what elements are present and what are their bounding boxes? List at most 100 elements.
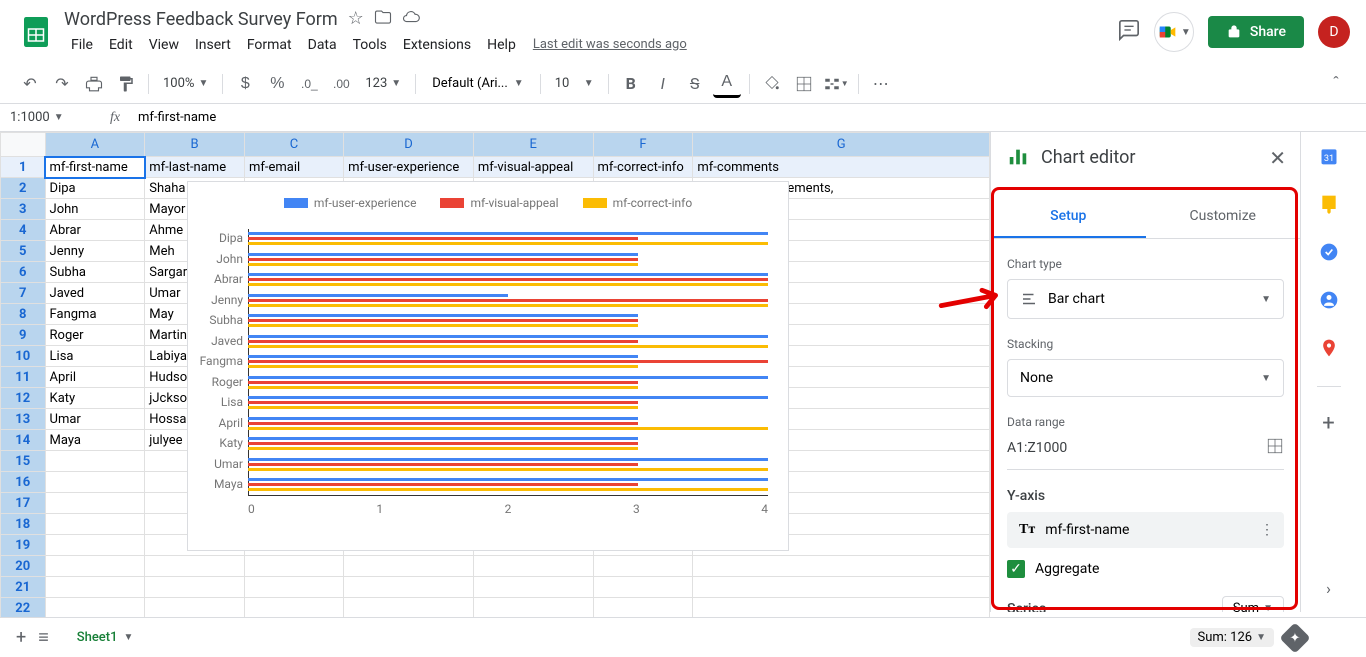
col-header[interactable]: E <box>473 133 593 157</box>
text-color-icon[interactable]: A <box>713 70 741 98</box>
undo-icon[interactable]: ↶ <box>16 70 44 98</box>
cell[interactable] <box>473 577 593 598</box>
increase-decimal-icon[interactable]: .00 <box>327 70 355 98</box>
row-header[interactable]: 15 <box>1 451 46 472</box>
add-sheet-icon[interactable]: + <box>16 627 26 648</box>
cell[interactable]: mf-comments <box>693 157 990 178</box>
cell[interactable] <box>45 535 145 556</box>
paint-format-icon[interactable] <box>112 70 140 98</box>
cell[interactable] <box>145 598 245 619</box>
cell[interactable] <box>244 556 343 577</box>
row-header[interactable]: 12 <box>1 388 46 409</box>
explore-icon[interactable]: ✦ <box>1279 622 1310 653</box>
maps-icon[interactable] <box>1319 338 1339 362</box>
cell[interactable]: mf-user-experience <box>344 157 474 178</box>
row-header[interactable]: 5 <box>1 241 46 262</box>
cell[interactable]: Dipa <box>45 178 145 199</box>
borders-icon[interactable] <box>790 70 818 98</box>
print-icon[interactable] <box>80 70 108 98</box>
cell[interactable] <box>473 598 593 619</box>
cell[interactable] <box>473 556 593 577</box>
row-header[interactable]: 9 <box>1 325 46 346</box>
last-edit-link[interactable]: Last edit was seconds ago <box>533 37 687 52</box>
cell[interactable] <box>693 556 990 577</box>
share-button[interactable]: Share <box>1208 16 1304 48</box>
currency-icon[interactable]: $ <box>231 70 259 98</box>
menu-file[interactable]: File <box>64 33 100 57</box>
cell[interactable] <box>593 556 693 577</box>
row-header[interactable]: 20 <box>1 556 46 577</box>
row-header[interactable]: 21 <box>1 577 46 598</box>
cell[interactable]: Subha <box>45 262 145 283</box>
cell[interactable]: John <box>45 199 145 220</box>
account-avatar[interactable]: D <box>1318 16 1350 48</box>
chart-type-select[interactable]: Bar chart ▼ <box>1007 279 1284 319</box>
cell[interactable]: Maya <box>45 430 145 451</box>
cell[interactable]: mf-visual-appeal <box>473 157 593 178</box>
merge-icon[interactable]: ▼ <box>822 70 850 98</box>
keep-icon[interactable] <box>1319 194 1339 218</box>
strike-icon[interactable]: S <box>681 70 709 98</box>
select-all-corner[interactable] <box>1 133 46 157</box>
row-header[interactable]: 16 <box>1 472 46 493</box>
cell[interactable]: Umar <box>45 409 145 430</box>
calendar-icon[interactable]: 31 <box>1319 146 1339 170</box>
cell[interactable] <box>244 577 343 598</box>
cell[interactable] <box>145 577 245 598</box>
addons-icon[interactable]: + <box>1322 411 1334 436</box>
name-box[interactable]: 1:1000 ▼ <box>0 108 100 127</box>
more-icon[interactable]: ⋯ <box>867 70 895 98</box>
grid-icon[interactable] <box>1266 437 1284 459</box>
star-icon[interactable]: ☆ <box>348 8 364 31</box>
menu-help[interactable]: Help <box>480 33 523 57</box>
cloud-icon[interactable] <box>402 8 420 31</box>
sheets-logo[interactable] <box>16 12 56 52</box>
comment-history-icon[interactable] <box>1118 19 1140 45</box>
cell[interactable] <box>45 577 145 598</box>
yaxis-chip[interactable]: Tᴛ mf-first-name ⋮ <box>1007 512 1284 548</box>
col-header[interactable]: G <box>693 133 990 157</box>
cell[interactable] <box>45 451 145 472</box>
cell[interactable] <box>693 598 990 619</box>
redo-icon[interactable]: ↷ <box>48 70 76 98</box>
zoom-select[interactable]: 100% ▼ <box>157 76 214 91</box>
menu-insert[interactable]: Insert <box>188 33 238 57</box>
embedded-chart[interactable]: mf-user-experiencemf-visual-appealmf-cor… <box>187 181 789 551</box>
cell[interactable] <box>593 598 693 619</box>
sheet-tab[interactable]: Sheet1 ▼ <box>61 622 150 653</box>
cell[interactable] <box>693 577 990 598</box>
menu-edit[interactable]: Edit <box>102 33 140 57</box>
row-header[interactable]: 6 <box>1 262 46 283</box>
cell[interactable] <box>45 493 145 514</box>
menu-tools[interactable]: Tools <box>346 33 394 57</box>
row-header[interactable]: 8 <box>1 304 46 325</box>
menu-format[interactable]: Format <box>240 33 299 57</box>
italic-icon[interactable]: I <box>649 70 677 98</box>
percent-icon[interactable]: % <box>263 70 291 98</box>
row-header[interactable]: 7 <box>1 283 46 304</box>
contacts-icon[interactable] <box>1319 290 1339 314</box>
collapse-toolbar-icon[interactable]: ˆ <box>1322 70 1350 98</box>
fill-color-icon[interactable] <box>758 70 786 98</box>
row-header[interactable]: 1 <box>1 157 46 178</box>
row-header[interactable]: 14 <box>1 430 46 451</box>
bold-icon[interactable]: B <box>617 70 645 98</box>
col-header[interactable]: B <box>145 133 245 157</box>
cell[interactable] <box>344 598 474 619</box>
cell[interactable]: Fangma <box>45 304 145 325</box>
more-icon[interactable]: ⋮ <box>1260 522 1274 538</box>
sidepanel-collapse-icon[interactable]: › <box>1326 579 1331 598</box>
series-aggregate-select[interactable]: Sum ▼ <box>1222 596 1284 612</box>
cell[interactable]: Lisa <box>45 346 145 367</box>
col-header[interactable]: D <box>344 133 474 157</box>
cell[interactable] <box>344 556 474 577</box>
aggregate-checkbox[interactable]: ✓ <box>1007 560 1025 578</box>
meet-icon[interactable]: ▼ <box>1154 12 1194 52</box>
cell[interactable] <box>244 598 343 619</box>
cell[interactable]: April <box>45 367 145 388</box>
cell[interactable]: Javed <box>45 283 145 304</box>
decrease-decimal-icon[interactable]: .0_ <box>295 70 323 98</box>
row-header[interactable]: 4 <box>1 220 46 241</box>
row-header[interactable]: 10 <box>1 346 46 367</box>
formula-bar[interactable]: mf-first-name <box>130 108 224 127</box>
